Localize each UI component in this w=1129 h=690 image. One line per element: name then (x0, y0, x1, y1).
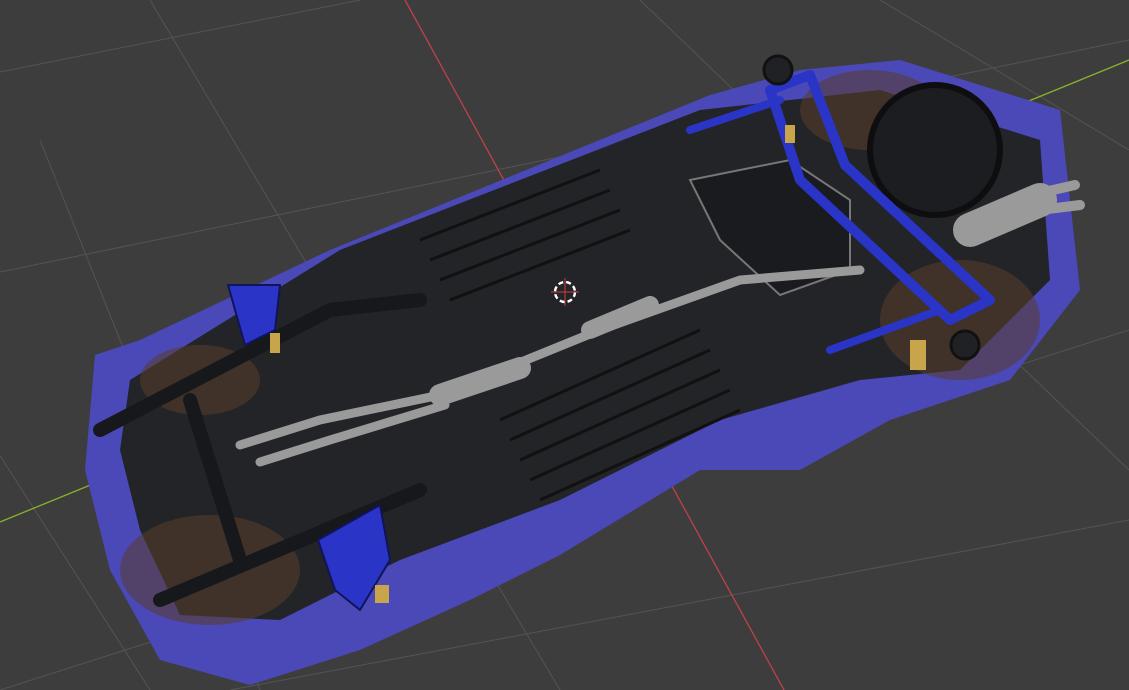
spare-wheel-well (867, 82, 1003, 218)
spring (375, 585, 389, 603)
spring (270, 333, 280, 353)
spring (785, 125, 795, 143)
3d-viewport[interactable] (0, 0, 1129, 690)
grid-line (0, 0, 361, 73)
spring (910, 340, 926, 370)
car-model[interactable] (85, 54, 1085, 685)
viewport-scene[interactable] (0, 0, 1129, 690)
rear-hub (762, 54, 794, 86)
rear-hub (949, 329, 981, 361)
rust-patch (120, 515, 300, 625)
